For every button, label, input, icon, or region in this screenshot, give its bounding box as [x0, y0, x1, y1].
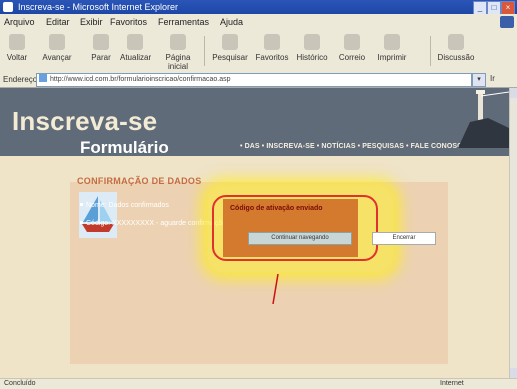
info-line-2-text: Código: XXXXXXXXX - aguarde confirmação	[86, 220, 227, 227]
menu-item-ferramentas[interactable]: Ferramentas	[158, 14, 209, 30]
back-arrow-icon	[9, 34, 25, 50]
address-bar: Endereço http://www.icd.com.br/formulari…	[0, 72, 517, 88]
refresh-icon	[127, 34, 143, 50]
lighthouse-icon	[458, 90, 509, 148]
search-icon	[222, 34, 238, 50]
history-label: Histórico	[296, 53, 328, 62]
discuss-icon	[448, 34, 464, 50]
scroll-down-button[interactable]	[510, 368, 517, 378]
bullet-icon	[80, 203, 83, 206]
menu-item-ajuda[interactable]: Ajuda	[220, 14, 243, 30]
forward-arrow-icon	[49, 34, 65, 50]
mail-icon	[344, 34, 360, 50]
forward-button[interactable]: Avançar	[42, 32, 72, 62]
info-line-2: Código: XXXXXXXXX - aguarde confirmação	[80, 220, 226, 227]
discuss-label: Discussão	[437, 53, 475, 62]
print-label: Imprimir	[377, 53, 407, 62]
discuss-button[interactable]: Discussão	[436, 32, 476, 62]
annotation-pointer-icon	[272, 274, 279, 304]
toolbar-separator	[430, 36, 431, 66]
mail-button[interactable]: Correio	[336, 32, 368, 62]
history-button[interactable]: Histórico	[294, 32, 330, 62]
address-label: Endereço	[3, 75, 38, 84]
form-title: Formulário	[80, 138, 169, 157]
window-titlebar: Inscreva-se - Microsoft Internet Explore…	[0, 0, 517, 15]
search-label: Pesquisar	[212, 53, 248, 62]
menu-item-exibir[interactable]: Exibir	[80, 14, 103, 30]
toolbar: Voltar Avançar Parar Atualizar Página in…	[0, 30, 517, 73]
sailboat-icon	[79, 192, 117, 238]
info-line-1-text: Nome: Dados confirmados	[86, 202, 169, 209]
highlight-ring	[212, 195, 378, 261]
stop-icon	[93, 34, 109, 50]
banner-title: Inscreva-se	[12, 106, 158, 136]
menu-item-editar[interactable]: Editar	[46, 14, 70, 30]
refresh-label: Atualizar	[120, 53, 152, 62]
back-label: Voltar	[6, 53, 28, 62]
address-value: http://www.icd.com.br/formularioinscrica…	[50, 76, 231, 83]
address-input[interactable]: http://www.icd.com.br/formularioinscrica…	[36, 73, 472, 87]
windows-logo-icon	[500, 16, 514, 28]
status-bar: Concluído Internet	[0, 378, 517, 389]
header-banner: Inscreva-se • DAS • INSCREVA-SE • NOTÍCI…	[0, 88, 509, 156]
print-icon	[384, 34, 400, 50]
mail-label: Correio	[338, 53, 366, 62]
forward-label: Avançar	[42, 53, 72, 62]
toolbar-separator	[204, 36, 205, 66]
site-nav[interactable]: • DAS • INSCREVA-SE • NOTÍCIAS • PESQUIS…	[240, 143, 468, 150]
menu-item-arquivo[interactable]: Arquivo	[4, 14, 35, 30]
stop-button[interactable]: Parar	[86, 32, 116, 62]
home-icon	[170, 34, 186, 50]
menu-item-favoritos[interactable]: Favoritos	[110, 14, 147, 30]
close-button[interactable]: ×	[501, 1, 515, 15]
favorites-icon	[264, 34, 280, 50]
favorites-label: Favoritos	[255, 53, 289, 62]
page-icon	[39, 74, 47, 82]
minimize-button[interactable]: _	[473, 1, 487, 15]
home-button[interactable]: Página inicial	[158, 32, 198, 71]
scroll-up-button[interactable]	[510, 88, 517, 98]
confirm-heading: CONFIRMAÇÃO DE DADOS	[77, 176, 202, 186]
menu-bar: Arquivo Editar Exibir Favoritos Ferramen…	[0, 14, 517, 31]
close-form-button[interactable]: Encerrar	[372, 232, 436, 245]
vertical-scrollbar[interactable]	[509, 88, 517, 378]
refresh-button[interactable]: Atualizar	[120, 32, 152, 62]
info-line-1: Nome: Dados confirmados	[80, 202, 169, 209]
address-dropdown-button[interactable]: ▾	[472, 73, 486, 87]
stop-label: Parar	[91, 53, 111, 62]
back-button[interactable]: Voltar	[2, 32, 32, 62]
favorites-button[interactable]: Favoritos	[254, 32, 290, 62]
ie-logo-icon	[3, 2, 13, 12]
history-icon	[304, 34, 320, 50]
search-button[interactable]: Pesquisar	[212, 32, 248, 62]
home-label: Página inicial	[165, 53, 191, 71]
go-button[interactable]: Ir	[490, 73, 514, 85]
bullet-icon	[80, 221, 83, 224]
maximize-button[interactable]: □	[487, 1, 501, 15]
window-title: Inscreva-se - Microsoft Internet Explore…	[18, 2, 179, 12]
print-button[interactable]: Imprimir	[374, 32, 410, 62]
